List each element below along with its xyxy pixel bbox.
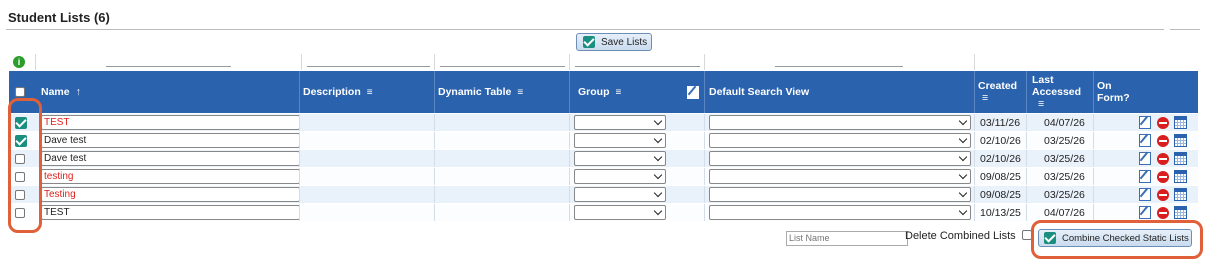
name-column-header[interactable]: Name ↑	[41, 71, 81, 113]
description-filter[interactable]	[301, 54, 435, 70]
list-name-field[interactable]: Dave test	[41, 151, 300, 166]
list-name-field[interactable]: Testing	[41, 187, 300, 202]
on-form-label-1: On	[1097, 80, 1112, 92]
combine-button-highlight	[1031, 220, 1203, 259]
delete-icon[interactable]	[1157, 206, 1169, 219]
checkbox-column-highlight	[8, 98, 42, 233]
calendar-icon[interactable]	[1174, 188, 1187, 201]
delete-icon[interactable]	[1157, 134, 1169, 147]
group-select[interactable]	[574, 169, 666, 184]
edit-icon[interactable]	[1139, 206, 1151, 219]
group-filter[interactable]	[569, 54, 705, 70]
calendar-icon[interactable]	[1174, 134, 1187, 147]
description-column-header[interactable]: Description ≡	[303, 71, 373, 113]
dynamic-table-filter[interactable]	[434, 54, 570, 70]
edit-icon[interactable]	[1139, 134, 1151, 147]
search-view-select[interactable]	[709, 151, 971, 166]
group-select[interactable]	[574, 151, 666, 166]
created-date: 09/08/25	[980, 170, 1021, 183]
last-accessed-date: 03/25/26	[1044, 134, 1085, 147]
on-form-label-2: Form?	[1097, 92, 1130, 104]
table-row: TEST 03/11/26 04/07/26	[9, 114, 1198, 132]
search-view-header-label: Default Search View	[709, 86, 810, 98]
last-accessed-label-2: Accessed	[1032, 86, 1082, 98]
title-divider-right	[1170, 29, 1200, 30]
name-header-label: Name	[41, 86, 70, 98]
menu-icon[interactable]: ≡	[367, 87, 373, 98]
delete-icon[interactable]	[1157, 152, 1169, 165]
name-filter[interactable]	[35, 54, 302, 70]
search-view-select[interactable]	[709, 133, 971, 148]
edit-icon[interactable]	[1139, 116, 1151, 129]
group-header-label: Group	[578, 86, 610, 98]
on-form-column-header: On Form?	[1097, 71, 1130, 113]
calendar-icon[interactable]	[1174, 152, 1187, 165]
table-row: Dave test 02/10/26 03/25/26	[9, 150, 1198, 168]
edit-icon[interactable]	[1139, 152, 1151, 165]
list-name-field[interactable]: Dave test	[41, 133, 300, 148]
sort-up-icon: ↑	[75, 86, 81, 98]
search-view-select[interactable]	[709, 115, 971, 130]
delete-icon[interactable]	[1157, 170, 1169, 183]
delete-icon[interactable]	[1157, 188, 1169, 201]
page-title: Student Lists (6)	[8, 10, 110, 25]
search-view-select[interactable]	[709, 187, 971, 202]
table-row: testing 09/08/25 03/25/26	[9, 168, 1198, 186]
list-name-field[interactable]: TEST	[41, 205, 300, 220]
created-header-label: Created	[978, 80, 1018, 92]
search-view-filter[interactable]	[704, 54, 975, 70]
delete-combined-label: Delete Combined Lists	[905, 230, 1016, 242]
search-view-select[interactable]	[709, 169, 971, 184]
last-accessed-date: 04/07/26	[1044, 116, 1085, 129]
created-date: 09/08/25	[980, 188, 1021, 201]
list-name-input[interactable]	[786, 231, 908, 246]
group-column-header[interactable]: Group ≡	[578, 71, 621, 113]
edit-icon[interactable]	[1139, 170, 1151, 183]
delete-icon[interactable]	[1157, 116, 1169, 129]
menu-icon[interactable]: ≡	[982, 92, 988, 104]
last-accessed-date: 03/25/26	[1044, 188, 1085, 201]
table-header: Name ↑ Description ≡ Dynamic Table ≡ Gro…	[9, 71, 1198, 113]
search-view-select[interactable]	[709, 205, 971, 220]
list-name-field[interactable]: TEST	[41, 115, 300, 130]
dynamic-table-column-header[interactable]: Dynamic Table ≡	[438, 71, 523, 113]
save-lists-label: Save Lists	[601, 36, 648, 48]
checkbox-icon	[583, 36, 595, 48]
group-select[interactable]	[574, 115, 666, 130]
last-accessed-label-1: Last	[1032, 74, 1054, 86]
search-view-column-header[interactable]: Default Search View	[709, 71, 809, 113]
group-edit-icon[interactable]	[687, 71, 699, 113]
group-select[interactable]	[574, 133, 666, 148]
description-header-label: Description	[303, 86, 361, 98]
calendar-icon[interactable]	[1174, 206, 1187, 219]
dynamic-table-header-label: Dynamic Table	[438, 86, 512, 98]
created-date: 03/11/26	[980, 116, 1021, 129]
calendar-icon[interactable]	[1174, 116, 1187, 129]
info-icon[interactable]: i	[13, 56, 25, 68]
created-date: 10/13/25	[980, 206, 1021, 219]
last-accessed-date: 03/25/26	[1044, 170, 1085, 183]
filter-row: i	[9, 54, 1198, 70]
last-accessed-date: 03/25/26	[1044, 152, 1085, 165]
list-name-field[interactable]: testing	[41, 169, 300, 184]
last-accessed-column-header[interactable]: Last Accessed ≡	[1032, 71, 1081, 113]
menu-icon[interactable]: ≡	[1038, 98, 1044, 110]
table-row: Testing 09/08/25 03/25/26	[9, 186, 1198, 204]
edit-icon[interactable]	[1139, 188, 1151, 201]
title-divider	[6, 29, 1164, 30]
save-lists-button[interactable]: Save Lists	[576, 33, 652, 51]
calendar-icon[interactable]	[1174, 170, 1187, 183]
created-date: 02/10/26	[980, 134, 1021, 147]
table-row: Dave test 02/10/26 03/25/26	[9, 132, 1198, 150]
filter-spacer	[974, 54, 1199, 70]
last-accessed-date: 04/07/26	[1044, 206, 1085, 219]
menu-icon[interactable]: ≡	[517, 87, 523, 98]
delete-combined-lists: Delete Combined Lists	[905, 230, 1032, 242]
created-date: 02/10/26	[980, 152, 1021, 165]
table-row: TEST 10/13/25 04/07/26	[9, 204, 1198, 222]
menu-icon[interactable]: ≡	[616, 87, 622, 98]
created-column-header[interactable]: Created ≡	[978, 71, 1017, 113]
group-select[interactable]	[574, 205, 666, 220]
group-select[interactable]	[574, 187, 666, 202]
